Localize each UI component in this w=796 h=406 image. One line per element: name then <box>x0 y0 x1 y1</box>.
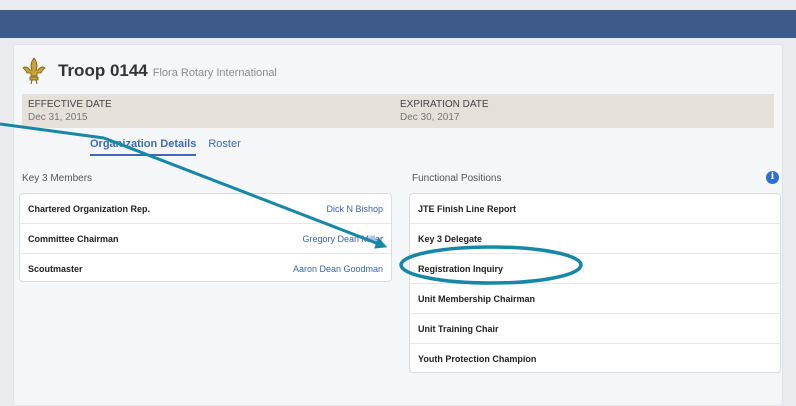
list-item[interactable]: Youth Protection Champion <box>410 344 780 374</box>
expiration-date-block: EXPIRATION DATE Dec 30, 2017 <box>400 99 489 123</box>
tab-organization-details[interactable]: Organization Details <box>90 138 197 156</box>
functional-position-label: Unit Membership Chairman <box>418 293 536 304</box>
functional-position-label: Youth Protection Champion <box>418 354 537 364</box>
person-link[interactable]: Dick N Bishop <box>326 204 383 214</box>
list-item[interactable]: Unit Training Chair <box>410 314 780 344</box>
person-link[interactable]: Aaron Dean Goodman <box>293 264 383 274</box>
functional-position-label: Unit Training Chair <box>418 323 499 334</box>
tab-roster[interactable]: Roster <box>208 138 240 156</box>
unit-title-row: Troop 0144 Flora Rotary International <box>22 52 277 90</box>
position-label: Chartered Organization Rep. <box>28 203 151 214</box>
key3-heading: Key 3 Members <box>22 173 93 184</box>
key3-panel: Chartered Organization Rep. Dick N Bisho… <box>19 193 392 282</box>
table-row[interactable]: Committee Chairman Gregory Dean Miller <box>20 224 391 254</box>
effective-date-label: EFFECTIVE DATE <box>28 99 112 110</box>
position-label: Committee Chairman <box>28 233 119 244</box>
expiration-date-value: Dec 30, 2017 <box>400 112 460 123</box>
fleur-de-lis-icon <box>22 57 46 85</box>
functional-positions-panel: JTE Finish Line Report Key 3 Delegate Re… <box>409 193 781 373</box>
list-item[interactable]: JTE Finish Line Report <box>410 194 780 224</box>
table-row[interactable]: Chartered Organization Rep. Dick N Bisho… <box>20 194 391 224</box>
table-row[interactable]: Scoutmaster Aaron Dean Goodman <box>20 254 391 284</box>
troop-name: Troop 0144 <box>58 61 148 80</box>
term-dates-bar: EFFECTIVE DATE Dec 31, 2015 EXPIRATION D… <box>22 94 774 128</box>
top-navigation-bar <box>0 10 796 38</box>
expiration-date-label: EXPIRATION DATE <box>400 99 489 110</box>
info-icon[interactable]: i <box>766 171 779 184</box>
details-tabs: Organization Details Roster <box>90 138 241 156</box>
effective-date-block: EFFECTIVE DATE Dec 31, 2015 <box>28 99 112 123</box>
browser-top-strip <box>0 0 796 10</box>
position-label: Scoutmaster <box>28 264 83 274</box>
functional-position-label: Registration Inquiry <box>418 263 504 274</box>
functional-position-label: Key 3 Delegate <box>418 233 483 244</box>
chartered-organization: Flora Rotary International <box>152 66 277 79</box>
functional-heading: Functional Positions <box>412 173 502 184</box>
list-item[interactable]: Unit Membership Chairman <box>410 284 780 314</box>
person-link[interactable]: Gregory Dean Miller <box>302 234 383 244</box>
effective-date-value: Dec 31, 2015 <box>28 112 88 123</box>
list-item[interactable]: Key 3 Delegate <box>410 224 780 254</box>
list-item[interactable]: Registration Inquiry <box>410 254 780 284</box>
functional-position-label: JTE Finish Line Report <box>418 203 517 214</box>
